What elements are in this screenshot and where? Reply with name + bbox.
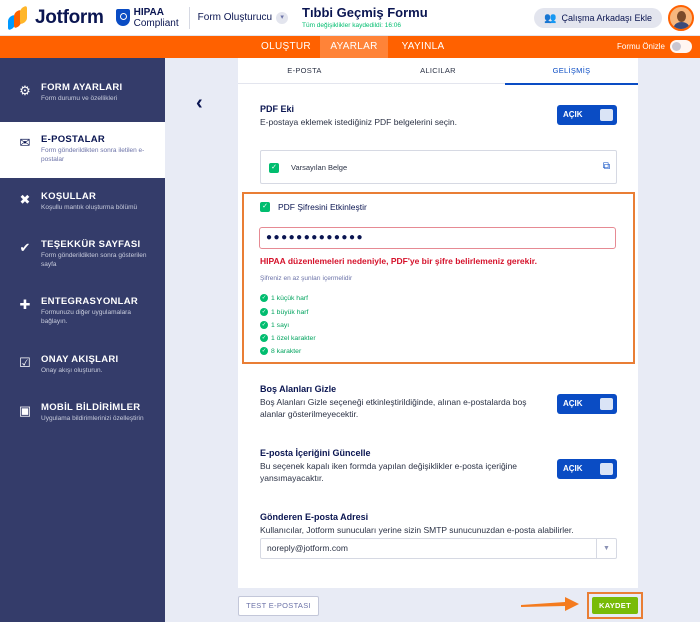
- chevron-down-icon: ▼: [596, 539, 616, 558]
- subtab-recipients[interactable]: ALICILAR: [371, 58, 505, 84]
- sidebar-item-approvals[interactable]: ☑ ONAY AKIŞLARI Onay akışı oluşturun.: [0, 354, 165, 376]
- save-button-highlight: KAYDET: [587, 592, 643, 619]
- hide-empty-desc: Boş Alanları Gizle seçeneği etkinleştiri…: [260, 397, 527, 419]
- pdf-attachment-title: PDF Eki: [260, 104, 295, 114]
- subtab-advanced[interactable]: GELİŞMİŞ: [505, 58, 638, 85]
- hide-empty-toggle[interactable]: AÇIK: [557, 394, 617, 414]
- sidebar-item-form-settings[interactable]: ⚙ FORM AYARLARI Form durumu ve özellikle…: [0, 82, 165, 104]
- chevron-down-icon: ▾: [276, 11, 289, 24]
- settings-sidebar: ⚙ FORM AYARLARI Form durumu ve özellikle…: [0, 58, 165, 622]
- sidebar-item-emails[interactable]: ✉ E-POSTALAR Form gönderildikten sonra i…: [0, 122, 165, 178]
- sidebar-item-thankyou[interactable]: ✔ TEŞEKKÜR SAYFASI Form gönderildikten s…: [0, 239, 165, 269]
- add-colleague-label: Çalışma Arkadaşı Ekle: [561, 13, 652, 23]
- subtab-email[interactable]: E-POSTA: [238, 58, 371, 84]
- save-button[interactable]: KAYDET: [592, 597, 638, 614]
- form-title-block: Tıbbi Geçmiş Formu Tüm değişiklikler kay…: [302, 5, 428, 29]
- avatar[interactable]: [668, 5, 694, 31]
- test-email-button[interactable]: TEST E-POSTASI: [238, 596, 319, 616]
- mobile-bell-icon: ▣: [18, 403, 32, 418]
- jotform-logo[interactable]: Jotform: [8, 4, 104, 31]
- top-header: Jotform HIPAA Compliant Form Oluşturucu …: [0, 0, 700, 36]
- builder-nav: OLUŞTUR AYARLAR YAYINLA Formu Önizle: [0, 36, 700, 58]
- update-content-desc: Bu seçenek kapalı iken formda yapılan de…: [260, 461, 518, 483]
- tab-ayarlar[interactable]: AYARLAR: [320, 36, 388, 58]
- jotform-logo-icon: [8, 4, 30, 31]
- approval-icon: ☑: [19, 355, 31, 370]
- add-colleague-button[interactable]: 👥 Çalışma Arkadaşı Ekle: [534, 8, 662, 28]
- shuffle-icon: ✖: [19, 192, 31, 207]
- envelope-icon: ✉: [19, 135, 31, 150]
- hide-empty-title: Boş Alanları Gizle: [260, 384, 337, 394]
- form-title[interactable]: Tıbbi Geçmiş Formu: [302, 5, 428, 20]
- arrow-right-icon: [521, 597, 579, 611]
- form-creator-menu[interactable]: Form Oluşturucu ▾: [197, 11, 289, 24]
- gear-icon: ⚙: [19, 83, 31, 98]
- sender-address-select[interactable]: noreply@jotform.com ▼: [260, 538, 617, 559]
- sender-address-value: noreply@jotform.com: [267, 543, 348, 553]
- default-doc-label: Varsayılan Belge: [291, 163, 348, 172]
- form-creator-label: Form Oluşturucu: [197, 12, 273, 23]
- hipaa-line2: Compliant: [133, 17, 179, 29]
- external-link-icon[interactable]: ⧉: [603, 161, 610, 172]
- pdf-attachment-desc: E-postaya eklemek istediğiniz PDF belgel…: [260, 117, 458, 127]
- shield-icon: [115, 9, 130, 26]
- puzzle-icon: ✚: [19, 297, 31, 312]
- pdf-document-row: ✓ Varsayılan Belge ⧉: [260, 150, 617, 184]
- logo-text: Jotform: [35, 6, 104, 28]
- sender-address-title: Gönderen E-posta Adresi: [260, 512, 369, 522]
- chevron-left-icon[interactable]: ‹: [196, 92, 203, 115]
- hipaa-badge: HIPAA Compliant: [115, 6, 179, 29]
- sender-address-desc: Kullanıcılar, Jotform sunucuları yerine …: [260, 525, 574, 535]
- saved-status: Tüm değişiklikler kaydedildi: 16:06: [302, 22, 401, 29]
- tab-olustur[interactable]: OLUŞTUR: [250, 36, 322, 58]
- preview-label: Formu Önizle: [616, 42, 665, 51]
- header-divider: [188, 6, 190, 29]
- tab-yayinla[interactable]: YAYINLA: [392, 36, 454, 58]
- email-subtabs: E-POSTA ALICILAR GELİŞMİŞ: [238, 58, 638, 85]
- update-content-title: E-posta İçeriğini Güncelle: [260, 448, 371, 458]
- users-icon: 👥: [544, 12, 557, 24]
- update-content-toggle[interactable]: AÇIK: [557, 459, 617, 479]
- check-circle-icon: ✔: [19, 240, 31, 255]
- sidebar-item-conditions[interactable]: ✖ KOŞULLAR Koşullu mantık oluşturma bölü…: [0, 191, 165, 213]
- sidebar-item-integrations[interactable]: ✚ ENTEGRASYONLAR Formunuzu diğer uygulam…: [0, 296, 165, 326]
- sidebar-item-mobile-notifications[interactable]: ▣ MOBİL BİLDİRİMLER Uygulama bildirimler…: [0, 402, 165, 424]
- hipaa-line1: HIPAA: [133, 6, 164, 18]
- default-doc-checkbox[interactable]: ✓: [269, 163, 279, 173]
- preview-switch[interactable]: [670, 40, 692, 53]
- form-preview-toggle[interactable]: Formu Önizle: [617, 40, 692, 53]
- password-section-highlight: [242, 192, 635, 364]
- pdf-attachment-toggle[interactable]: AÇIK: [557, 105, 617, 125]
